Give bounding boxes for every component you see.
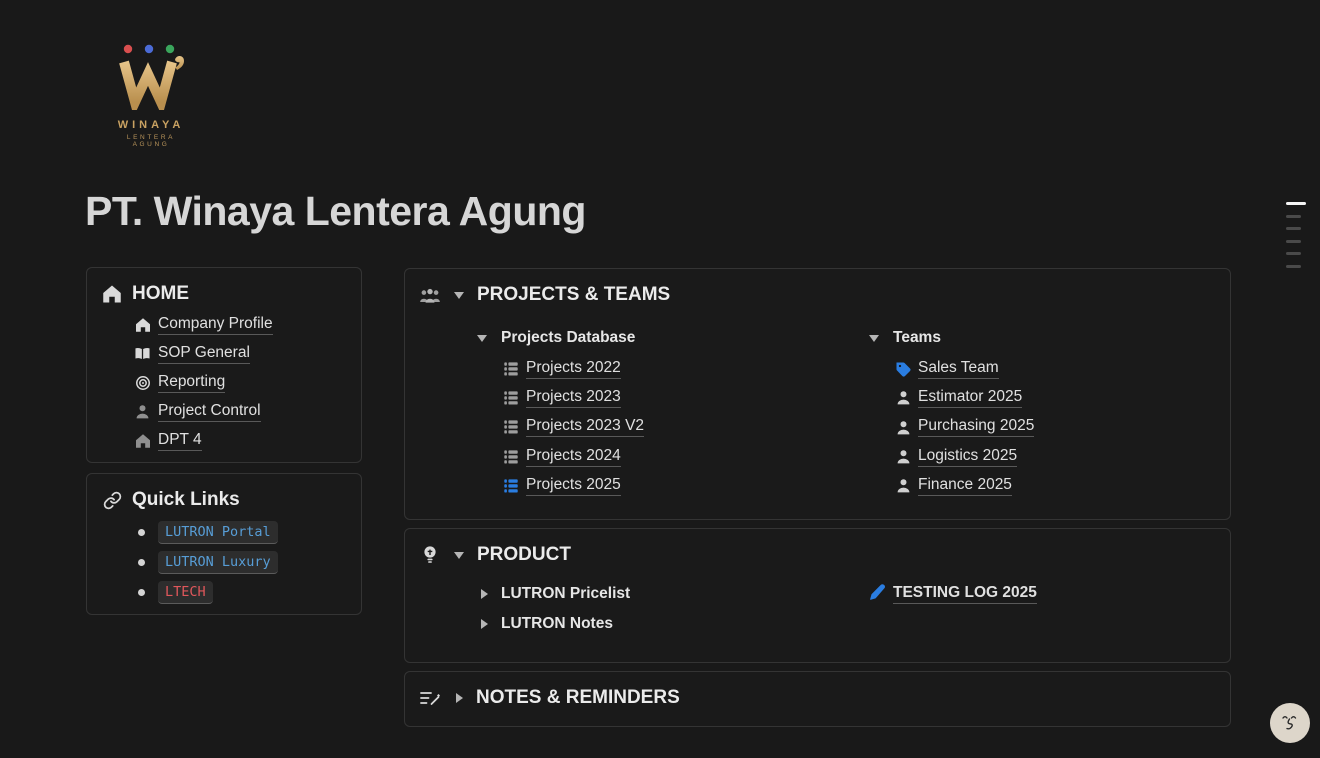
page-canvas: WINAYA LENTERA AGUNG PT. Winaya Lentera … [0, 0, 1320, 758]
lutron-notes-toggle[interactable]: LUTRON Notes [481, 609, 630, 639]
quick-links-title: Quick Links [132, 489, 240, 511]
toc-bar [1286, 215, 1301, 218]
company-logo: WINAYA LENTERA AGUNG [108, 38, 194, 148]
product-card: PRODUCT LUTRON Pricelist LUTRON Notes TE… [404, 528, 1231, 663]
home-link-project-control[interactable]: Project Control [134, 397, 361, 426]
page-title: PT. Winaya Lentera Agung [85, 188, 586, 235]
logo-subtitle: LENTERA AGUNG [108, 134, 194, 148]
pen-icon [869, 583, 887, 606]
house-icon [134, 317, 151, 333]
logo-monogram-icon [116, 38, 186, 110]
home-link-sop-general[interactable]: SOP General [134, 339, 361, 368]
compose-list-icon [419, 689, 441, 707]
link-icon [101, 491, 123, 510]
lutron-pricelist-toggle[interactable]: LUTRON Pricelist [481, 579, 630, 609]
link-testing-log-2025[interactable]: TESTING LOG 2025 [869, 579, 1037, 609]
logo-wordmark: WINAYA [108, 119, 194, 131]
logo-blue-dot [145, 45, 153, 53]
link-finance-2025[interactable]: Finance 2025 [895, 471, 1034, 500]
link-estimator-2025[interactable]: Estimator 2025 [895, 383, 1034, 412]
toc-bar [1286, 240, 1301, 243]
product-toggles-group: LUTRON Pricelist LUTRON Notes [481, 579, 630, 639]
quick-link-lutron-luxury[interactable]: LUTRON Luxury [138, 547, 361, 577]
projects-database-toggle[interactable]: Projects Database [477, 325, 644, 351]
link-projects-2023-v2[interactable]: Projects 2023 V2 [503, 413, 644, 442]
notion-ai-button[interactable] [1270, 703, 1310, 743]
database-icon [503, 449, 519, 465]
lightbulb-icon [419, 545, 441, 566]
bullet-icon [138, 559, 145, 566]
house-icon [101, 284, 123, 304]
tag-icon [895, 361, 911, 377]
link-projects-2023[interactable]: Projects 2023 [503, 383, 644, 412]
chevron-down-icon[interactable] [454, 552, 464, 559]
table-of-contents-indicator[interactable] [1286, 202, 1306, 277]
person-icon [895, 390, 911, 405]
link-projects-2025[interactable]: Projects 2025 [503, 471, 644, 500]
open-book-icon [134, 346, 151, 361]
person-icon [895, 420, 911, 435]
link-logistics-2025[interactable]: Logistics 2025 [895, 442, 1034, 471]
projects-teams-title: PROJECTS & TEAMS [477, 284, 670, 306]
logo-red-dot [124, 45, 132, 53]
person-icon [895, 478, 911, 493]
person-icon [134, 404, 151, 419]
notes-reminders-card: NOTES & REMINDERS [404, 671, 1231, 727]
home-link-dpt-4[interactable]: DPT 4 [134, 426, 361, 455]
quick-links-card: Quick Links LUTRON Portal LUTRON Luxury … [86, 473, 362, 615]
notes-reminders-title: NOTES & REMINDERS [476, 687, 680, 709]
home-card-title: HOME [132, 283, 189, 305]
database-icon [503, 361, 519, 377]
database-icon [503, 390, 519, 406]
link-projects-2022[interactable]: Projects 2022 [503, 354, 644, 383]
link-purchasing-2025[interactable]: Purchasing 2025 [895, 413, 1034, 442]
bullet-icon [138, 529, 145, 536]
toc-bar [1286, 202, 1306, 205]
home-card: HOME Company Profile SOP General [86, 267, 362, 463]
database-icon-blue [503, 478, 519, 494]
chevron-down-icon[interactable] [454, 292, 464, 299]
projects-database-group: Projects Database Projects 2022 [477, 325, 644, 500]
toc-bar [1286, 227, 1301, 230]
chevron-down-icon[interactable] [869, 335, 879, 342]
chevron-right-icon[interactable] [481, 619, 488, 629]
person-icon [895, 449, 911, 464]
projects-teams-card: PROJECTS & TEAMS Projects Database [404, 268, 1231, 520]
link-projects-2024[interactable]: Projects 2024 [503, 442, 644, 471]
product-title: PRODUCT [477, 544, 571, 566]
logo-green-dot [166, 45, 174, 53]
toc-bar [1286, 265, 1301, 268]
ai-face-icon [1278, 709, 1302, 737]
database-icon [503, 419, 519, 435]
teams-group: Teams Sales Team Estimator [869, 325, 1034, 500]
chevron-down-icon[interactable] [477, 335, 487, 342]
home-link-company-profile[interactable]: Company Profile [134, 310, 361, 339]
link-sales-team[interactable]: Sales Team [895, 354, 1034, 383]
quick-link-ltech[interactable]: LTECH [138, 577, 361, 607]
chevron-right-icon[interactable] [481, 589, 488, 599]
target-icon [134, 375, 151, 391]
toc-bar [1286, 252, 1301, 255]
home-link-reporting[interactable]: Reporting [134, 368, 361, 397]
chevron-right-icon[interactable] [456, 693, 463, 703]
people-group-icon [419, 288, 441, 303]
house-icon [134, 433, 151, 449]
bullet-icon [138, 589, 145, 596]
quick-link-lutron-portal[interactable]: LUTRON Portal [138, 517, 361, 547]
teams-toggle[interactable]: Teams [869, 325, 1034, 351]
